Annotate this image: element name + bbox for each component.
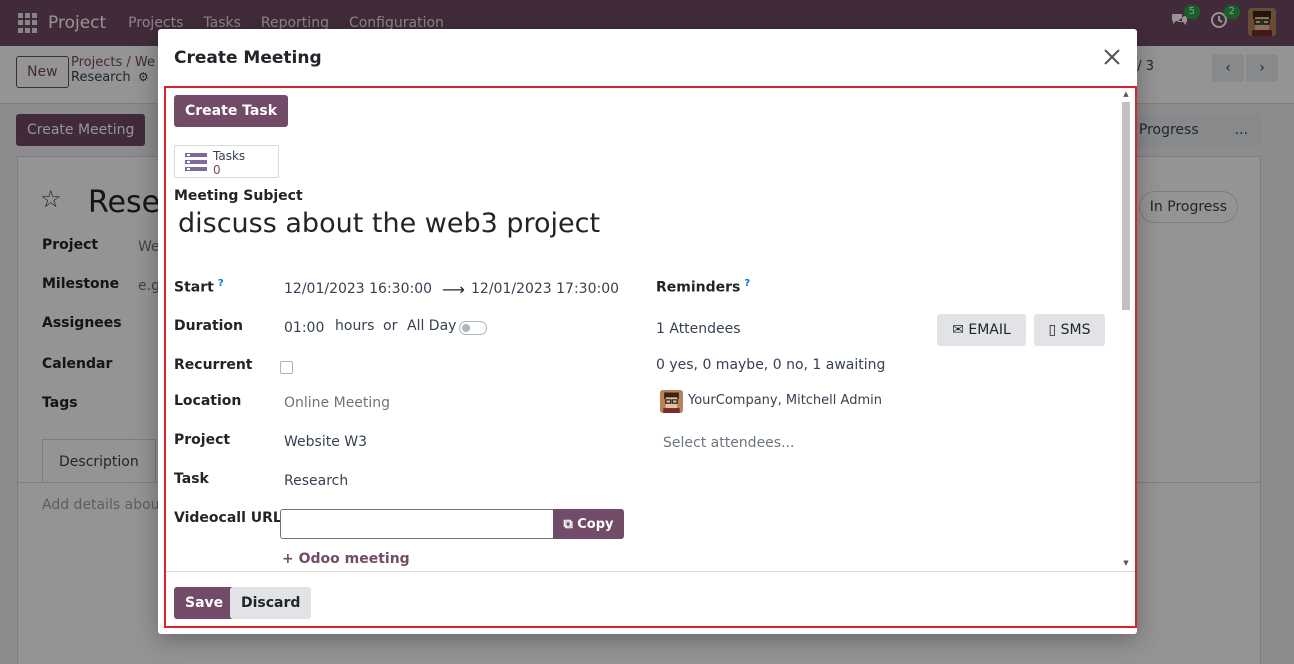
location-label: Location: [174, 393, 242, 409]
allday-toggle[interactable]: [459, 321, 487, 335]
task-field-label: Task: [174, 471, 209, 487]
duration-label: Duration: [174, 318, 244, 334]
reminders-help-icon[interactable]: ?: [744, 278, 750, 289]
attendee-summary: 0 yes, 0 maybe, 0 no, 1 awaiting: [656, 357, 886, 373]
tasks-smart-button[interactable]: Tasks 0: [174, 145, 279, 178]
meeting-subject-input[interactable]: discuss about the web3 project: [178, 208, 600, 239]
save-button[interactable]: Save: [174, 587, 235, 619]
copy-icon: ⧉: [563, 516, 578, 532]
attendees-count: 1 Attendees: [656, 321, 741, 337]
sms-button[interactable]: ▯ SMS: [1034, 314, 1105, 346]
reminders-label: Reminders?: [656, 278, 751, 296]
envelope-icon: ✉: [952, 322, 969, 338]
discard-button[interactable]: Discard: [230, 587, 312, 619]
tasks-smart-label: Tasks: [213, 149, 246, 163]
stop-datetime-input[interactable]: 12/01/2023 17:30:00: [471, 281, 619, 297]
odoo-meeting-link[interactable]: + Odoo meeting: [282, 551, 410, 567]
dialog-body: Create Task Tasks 0 Meeting Subject disc…: [164, 86, 1137, 628]
dialog-title: Create Meeting: [174, 48, 322, 68]
duration-input[interactable]: 01:00: [284, 320, 324, 336]
close-icon[interactable]: [1101, 46, 1123, 68]
project-field-input[interactable]: Website W3: [284, 434, 367, 450]
videocall-url-input[interactable]: [280, 509, 554, 539]
scroll-thumb[interactable]: [1122, 102, 1130, 310]
project-field-label: Project: [174, 432, 231, 448]
dialog-header: Create Meeting: [158, 29, 1137, 86]
dialog-scroll-area: Create Task Tasks 0 Meeting Subject disc…: [166, 88, 1124, 571]
duration-unit: hours: [335, 318, 375, 334]
create-meeting-dialog: Create Meeting Create Task Tasks 0 Meeti…: [158, 29, 1137, 634]
recurrent-checkbox[interactable]: [280, 361, 293, 374]
dialog-scrollbar[interactable]: ▲ ▼: [1121, 90, 1131, 567]
allday-label: All Day: [407, 318, 457, 334]
copy-button[interactable]: ⧉ Copy: [553, 509, 624, 539]
task-field-input[interactable]: Research: [284, 473, 348, 489]
attendee-avatar: [660, 390, 683, 413]
or-text: or: [383, 318, 398, 334]
scroll-down-icon[interactable]: ▼: [1122, 559, 1130, 567]
arrow-right-icon: ⟶: [442, 280, 465, 299]
tasks-smart-count: 0: [213, 163, 221, 177]
start-datetime-input[interactable]: 12/01/2023 16:30:00: [284, 281, 432, 297]
location-input[interactable]: Online Meeting: [284, 395, 390, 411]
mobile-icon: ▯: [1048, 322, 1061, 338]
email-button[interactable]: ✉ EMAIL: [937, 314, 1026, 346]
recurrent-label: Recurrent: [174, 357, 253, 373]
footer-divider: [166, 571, 1135, 572]
scroll-up-icon[interactable]: ▲: [1122, 90, 1130, 98]
meeting-subject-label: Meeting Subject: [174, 188, 303, 204]
select-attendees-input[interactable]: Select attendees...: [663, 435, 794, 451]
plus-icon: +: [282, 551, 294, 567]
videocall-url-label: Videocall URL: [174, 510, 282, 526]
create-task-button[interactable]: Create Task: [174, 95, 289, 127]
start-help-icon[interactable]: ?: [218, 278, 224, 289]
start-label: Start?: [174, 278, 224, 296]
attendee-name[interactable]: YourCompany, Mitchell Admin: [688, 393, 882, 408]
tasks-icon: [185, 153, 207, 171]
